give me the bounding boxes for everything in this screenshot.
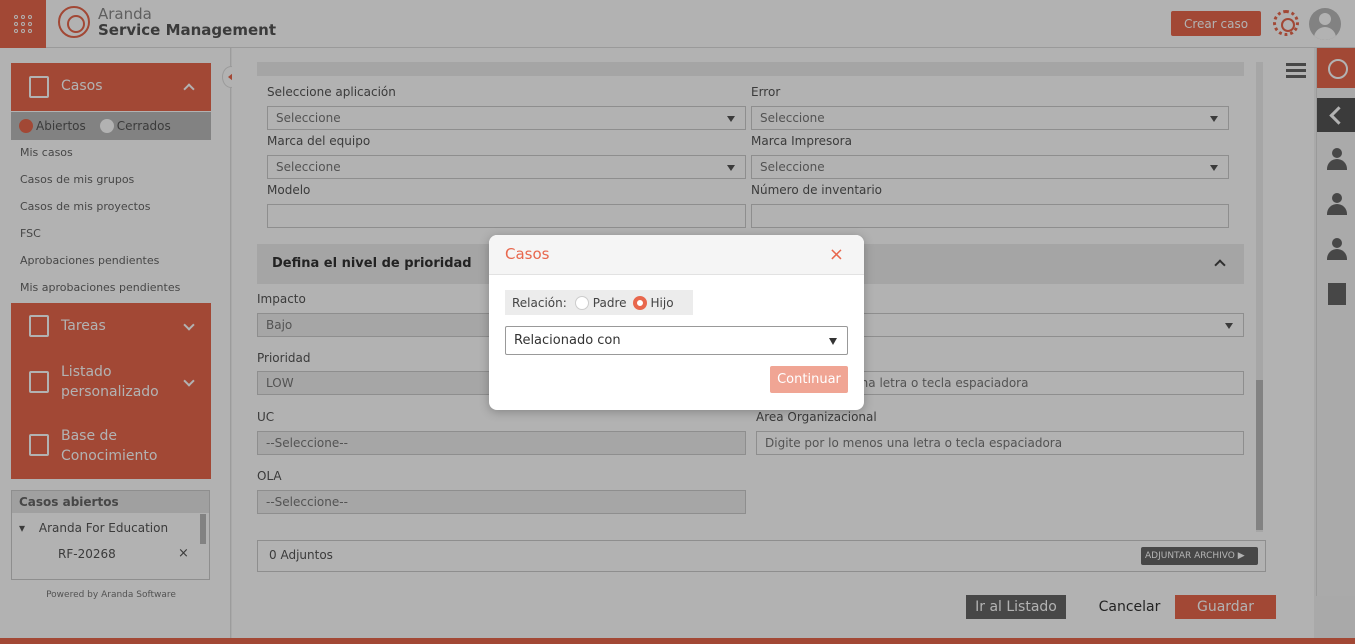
relation-type-select[interactable]: Relacionado con [505, 326, 848, 355]
relation-radio-group: Relación: Padre Hijo [505, 290, 693, 315]
relation-type-value: Relacionado con [514, 333, 621, 348]
relation-child-option[interactable]: Hijo [632, 295, 674, 310]
relation-child-label: Hijo [650, 295, 674, 310]
relation-dialog: Casos × Relación: Padre Hijo Relacionado… [489, 235, 864, 410]
relation-child-radio[interactable] [632, 295, 647, 310]
relation-parent-radio[interactable] [574, 295, 589, 310]
caret-down-icon [829, 338, 837, 345]
continue-button[interactable]: Continuar [770, 366, 848, 393]
relation-parent-option[interactable]: Padre [574, 295, 627, 310]
close-icon[interactable]: × [829, 244, 844, 265]
relation-parent-label: Padre [592, 295, 627, 310]
dialog-title: Casos [505, 245, 550, 263]
dialog-header: Casos × [489, 235, 864, 275]
relation-label: Relación: [512, 295, 567, 310]
